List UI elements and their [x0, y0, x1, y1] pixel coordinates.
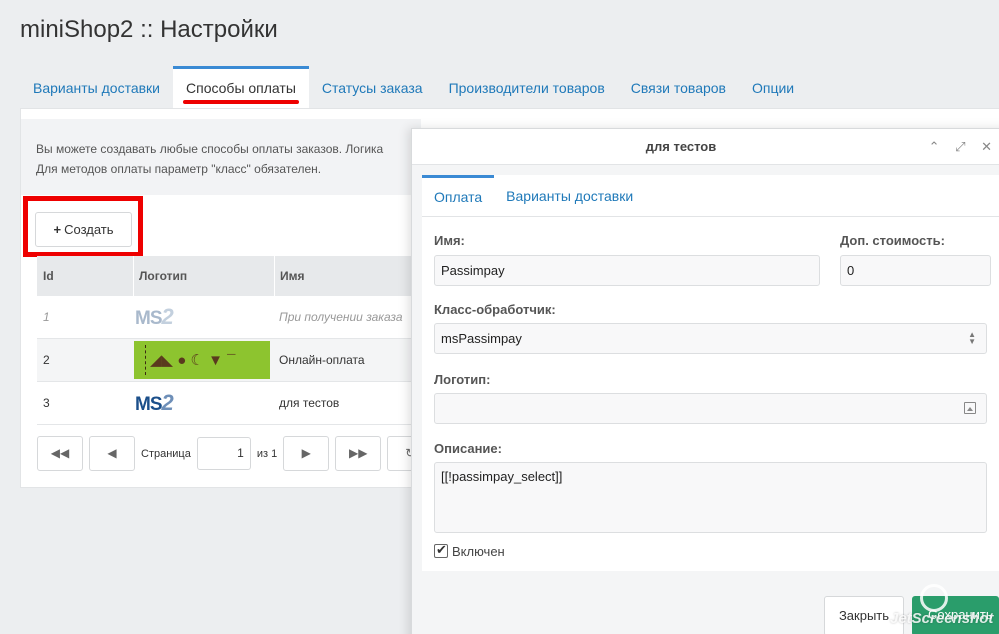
- row-id: 1: [43, 310, 50, 324]
- class-select-value: msPassimpay: [441, 331, 522, 346]
- checkbox-checked-icon: [434, 542, 448, 558]
- description-line-1: Вы можете создавать любые способы оплаты…: [36, 142, 384, 156]
- logo-dash: [145, 345, 146, 375]
- price-label: Доп. стоимость:: [840, 233, 945, 248]
- description-line-2: Для методов оплаты параметр "класс" обяз…: [36, 162, 322, 176]
- tab-payment-methods[interactable]: Способы оплаты: [173, 66, 309, 108]
- edit-payment-window: для тестов ⌃ ⤢ ✕ Оплата Варианты доставк…: [411, 128, 999, 634]
- name-label: Имя:: [434, 233, 465, 248]
- ms2-logo-two: 2: [161, 303, 174, 329]
- tab-payment[interactable]: Оплата: [422, 175, 495, 216]
- ms2-logo: MS2: [133, 382, 274, 424]
- window-tabs: Оплата Варианты доставки: [422, 175, 999, 217]
- grid-header: Id Логотип Имя: [37, 256, 411, 296]
- page-label: Страница: [141, 447, 191, 460]
- column-header-id[interactable]: Id: [37, 256, 133, 296]
- table-row[interactable]: 1 MS2 При получении заказа: [37, 296, 411, 339]
- price-field[interactable]: 0: [840, 255, 991, 286]
- tab-links[interactable]: Связи товаров: [618, 66, 739, 108]
- page-input[interactable]: 1: [196, 437, 251, 470]
- ms2-logo-text: MS: [135, 307, 162, 329]
- column-header-logo[interactable]: Логотип: [133, 256, 274, 296]
- tab-delivery-options[interactable]: Варианты доставки: [494, 175, 645, 216]
- tab-vendors[interactable]: Производители товаров: [436, 66, 618, 108]
- page-title: miniShop2 :: Настройки: [20, 16, 278, 43]
- payments-grid: Id Логотип Имя 1 MS2 При получении заказ…: [37, 256, 411, 425]
- prev-page-icon[interactable]: ◀: [89, 436, 135, 471]
- description-textarea[interactable]: [[!passimpay_select]]: [434, 462, 987, 533]
- ms2-logo-two: 2: [161, 389, 174, 415]
- pager: ◀◀ ◀ Страница 1 из 1 ▶ ▶▶ ↻: [37, 436, 439, 471]
- column-header-name[interactable]: Имя: [274, 256, 411, 296]
- window-header[interactable]: для тестов ⌃ ⤢ ✕: [412, 129, 999, 165]
- class-select[interactable]: msPassimpay ▲ ▼: [434, 323, 987, 354]
- window-title: для тестов: [645, 139, 717, 154]
- description-box: Вы можете создавать любые способы оплаты…: [21, 119, 421, 195]
- select-arrows-icon: ▲ ▼: [968, 330, 976, 346]
- window-controls-icon[interactable]: ⌃ ⤢ ✕: [929, 129, 998, 165]
- row-name: для тестов: [279, 396, 340, 410]
- table-row[interactable]: 2 ◢◣ ● ☾ ▼ ¯ Онлайн-оплата: [37, 339, 411, 382]
- plus-icon: +: [53, 222, 62, 237]
- close-button[interactable]: Закрыть: [824, 596, 904, 634]
- logo-glyphs: ◢◣ ● ☾ ▼ ¯: [150, 351, 236, 369]
- online-payment-logo: ◢◣ ● ☾ ▼ ¯: [134, 341, 270, 379]
- red-underline-annotation: [183, 100, 299, 104]
- description-label: Описание:: [434, 441, 502, 456]
- logo-label: Логотип:: [434, 372, 491, 387]
- row-name: При получении заказа: [279, 310, 403, 324]
- save-button[interactable]: Сохранить: [912, 596, 999, 634]
- row-id: 3: [43, 396, 50, 410]
- name-field[interactable]: Passimpay: [434, 255, 820, 286]
- ms2-logo: MS2: [133, 296, 274, 338]
- logo-field[interactable]: [434, 393, 987, 424]
- settings-tabs: Варианты доставки Способы оплаты Статусы…: [20, 66, 807, 108]
- page-of-label: из 1: [256, 447, 278, 460]
- table-row[interactable]: 3 MS2 для тестов: [37, 382, 411, 425]
- tab-payment-label: Способы оплаты: [186, 80, 296, 96]
- active-checkbox[interactable]: Включен: [434, 542, 505, 559]
- next-page-icon[interactable]: ▶: [283, 436, 330, 471]
- image-icon[interactable]: [964, 402, 976, 414]
- class-label: Класс-обработчик:: [434, 302, 556, 317]
- row-name: Онлайн-оплата: [279, 353, 365, 367]
- last-page-icon[interactable]: ▶▶: [335, 436, 382, 471]
- ms2-logo-text: MS: [135, 393, 162, 415]
- window-body: Оплата Варианты доставки Имя: Passimpay …: [422, 175, 999, 571]
- create-button[interactable]: + Создать: [35, 212, 132, 247]
- logo-cell: ◢◣ ● ☾ ▼ ¯: [133, 339, 274, 381]
- tab-delivery[interactable]: Варианты доставки: [20, 66, 173, 108]
- create-button-label: Создать: [64, 222, 114, 237]
- active-label: Включен: [452, 544, 505, 559]
- first-page-icon[interactable]: ◀◀: [37, 436, 83, 471]
- row-id: 2: [43, 353, 50, 367]
- tab-order-statuses[interactable]: Статусы заказа: [309, 66, 436, 108]
- tab-options[interactable]: Опции: [739, 66, 807, 108]
